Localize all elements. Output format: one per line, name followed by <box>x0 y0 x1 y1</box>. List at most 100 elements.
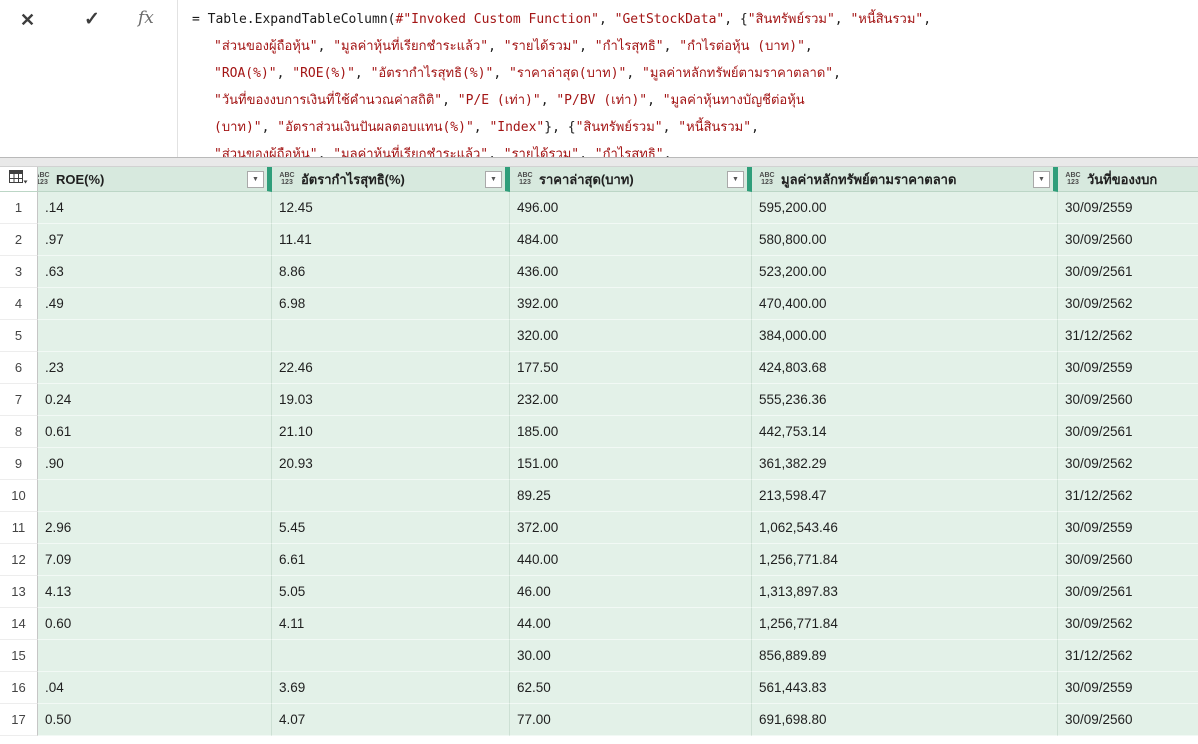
data-cell[interactable]: 580,800.00 <box>752 224 1058 256</box>
data-cell[interactable] <box>38 640 272 672</box>
data-cell[interactable]: 1,256,771.84 <box>752 608 1058 640</box>
column-header-5[interactable]: ABC123วันที่ของงบก▼ <box>1058 167 1198 192</box>
row-number[interactable]: 8 <box>0 416 38 448</box>
data-cell[interactable]: 384,000.00 <box>752 320 1058 352</box>
data-cell[interactable]: 30.00 <box>510 640 752 672</box>
data-cell[interactable]: 30/09/2562 <box>1058 608 1198 640</box>
row-number[interactable]: 3 <box>0 256 38 288</box>
select-all-button[interactable] <box>0 167 38 192</box>
data-cell[interactable]: 5.05 <box>272 576 510 608</box>
data-cell[interactable]: 484.00 <box>510 224 752 256</box>
data-cell[interactable]: 46.00 <box>510 576 752 608</box>
data-cell[interactable] <box>38 480 272 512</box>
column-header-3[interactable]: ABC 123 ราคาล่าสุด(บาท) ▼ <box>510 167 752 192</box>
data-cell[interactable] <box>38 320 272 352</box>
data-cell[interactable]: 30/09/2560 <box>1058 544 1198 576</box>
data-cell[interactable]: 30/09/2559 <box>1058 352 1198 384</box>
data-cell[interactable]: 1,062,543.46 <box>752 512 1058 544</box>
data-cell[interactable]: 6.98 <box>272 288 510 320</box>
data-cell[interactable]: 561,443.83 <box>752 672 1058 704</box>
row-number[interactable]: 16 <box>0 672 38 704</box>
data-cell[interactable]: 523,200.00 <box>752 256 1058 288</box>
data-cell[interactable]: 232.00 <box>510 384 752 416</box>
data-cell[interactable]: 392.00 <box>510 288 752 320</box>
data-cell[interactable]: 595,200.00 <box>752 192 1058 224</box>
data-cell[interactable]: 8.86 <box>272 256 510 288</box>
data-cell[interactable]: 30/09/2562 <box>1058 288 1198 320</box>
confirm-icon[interactable]: ✓ <box>84 8 100 31</box>
data-cell[interactable]: 77.00 <box>510 704 752 736</box>
data-cell[interactable]: 1,313,897.83 <box>752 576 1058 608</box>
data-cell[interactable]: 21.10 <box>272 416 510 448</box>
data-cell[interactable]: .63 <box>38 256 272 288</box>
data-cell[interactable]: 19.03 <box>272 384 510 416</box>
data-cell[interactable] <box>272 480 510 512</box>
row-number[interactable]: 2 <box>0 224 38 256</box>
row-number[interactable]: 5 <box>0 320 38 352</box>
data-cell[interactable]: 320.00 <box>510 320 752 352</box>
data-cell[interactable]: 424,803.68 <box>752 352 1058 384</box>
filter-dropdown-button[interactable]: ▼ <box>485 170 502 188</box>
data-cell[interactable]: 30/09/2559 <box>1058 192 1198 224</box>
column-header-4[interactable]: ABC 123 มูลค่าหลักทรัพย์ตามราคาตลาด ▼ <box>752 167 1058 192</box>
data-cell[interactable]: 691,698.80 <box>752 704 1058 736</box>
data-cell[interactable]: 30/09/2560 <box>1058 704 1198 736</box>
data-cell[interactable]: .23 <box>38 352 272 384</box>
column-header-1[interactable]: ABC123 ROE(%) ▼ <box>38 167 272 192</box>
data-cell[interactable]: 3.69 <box>272 672 510 704</box>
data-cell[interactable]: .90 <box>38 448 272 480</box>
data-cell[interactable]: 30/09/2561 <box>1058 576 1198 608</box>
data-cell[interactable]: 62.50 <box>510 672 752 704</box>
cancel-icon[interactable]: ✕ <box>20 10 35 31</box>
data-cell[interactable]: 440.00 <box>510 544 752 576</box>
data-cell[interactable]: 31/12/2562 <box>1058 480 1198 512</box>
data-cell[interactable] <box>272 640 510 672</box>
data-cell[interactable]: 31/12/2562 <box>1058 320 1198 352</box>
data-cell[interactable]: 0.60 <box>38 608 272 640</box>
data-cell[interactable]: 6.61 <box>272 544 510 576</box>
data-cell[interactable]: 30/09/2561 <box>1058 256 1198 288</box>
data-cell[interactable]: 11.41 <box>272 224 510 256</box>
data-cell[interactable]: .49 <box>38 288 272 320</box>
row-number[interactable]: 14 <box>0 608 38 640</box>
column-header-2[interactable]: ABC 123 อัตรากำไรสุทธิ(%) ▼ <box>272 167 510 192</box>
data-cell[interactable]: .04 <box>38 672 272 704</box>
filter-dropdown-button[interactable]: ▼ <box>1033 170 1050 188</box>
data-cell[interactable]: 30/09/2559 <box>1058 672 1198 704</box>
data-cell[interactable]: 555,236.36 <box>752 384 1058 416</box>
row-number[interactable]: 11 <box>0 512 38 544</box>
data-cell[interactable]: 7.09 <box>38 544 272 576</box>
data-cell[interactable]: .97 <box>38 224 272 256</box>
data-cell[interactable]: 0.61 <box>38 416 272 448</box>
formula-input[interactable]: = Table.ExpandTableColumn(#"Invoked Cust… <box>178 0 1198 157</box>
data-cell[interactable]: 44.00 <box>510 608 752 640</box>
data-cell[interactable] <box>272 320 510 352</box>
data-cell[interactable]: 4.13 <box>38 576 272 608</box>
data-cell[interactable]: 30/09/2561 <box>1058 416 1198 448</box>
data-cell[interactable]: 151.00 <box>510 448 752 480</box>
data-cell[interactable]: 4.07 <box>272 704 510 736</box>
data-cell[interactable]: 31/12/2562 <box>1058 640 1198 672</box>
data-cell[interactable]: 436.00 <box>510 256 752 288</box>
data-cell[interactable]: 5.45 <box>272 512 510 544</box>
data-cell[interactable]: 20.93 <box>272 448 510 480</box>
row-number[interactable]: 7 <box>0 384 38 416</box>
data-cell[interactable]: 12.45 <box>272 192 510 224</box>
data-cell[interactable]: 496.00 <box>510 192 752 224</box>
data-cell[interactable]: 470,400.00 <box>752 288 1058 320</box>
row-number[interactable]: 10 <box>0 480 38 512</box>
filter-dropdown-button[interactable]: ▼ <box>727 170 744 188</box>
data-cell[interactable]: 185.00 <box>510 416 752 448</box>
row-number[interactable]: 15 <box>0 640 38 672</box>
row-number[interactable]: 13 <box>0 576 38 608</box>
data-cell[interactable]: 30/09/2560 <box>1058 224 1198 256</box>
data-cell[interactable]: 30/09/2562 <box>1058 448 1198 480</box>
data-cell[interactable]: .14 <box>38 192 272 224</box>
row-number[interactable]: 12 <box>0 544 38 576</box>
data-cell[interactable]: 177.50 <box>510 352 752 384</box>
data-cell[interactable]: 0.50 <box>38 704 272 736</box>
filter-dropdown-button[interactable]: ▼ <box>247 170 264 188</box>
data-cell[interactable]: 372.00 <box>510 512 752 544</box>
row-number[interactable]: 6 <box>0 352 38 384</box>
data-cell[interactable]: 213,598.47 <box>752 480 1058 512</box>
